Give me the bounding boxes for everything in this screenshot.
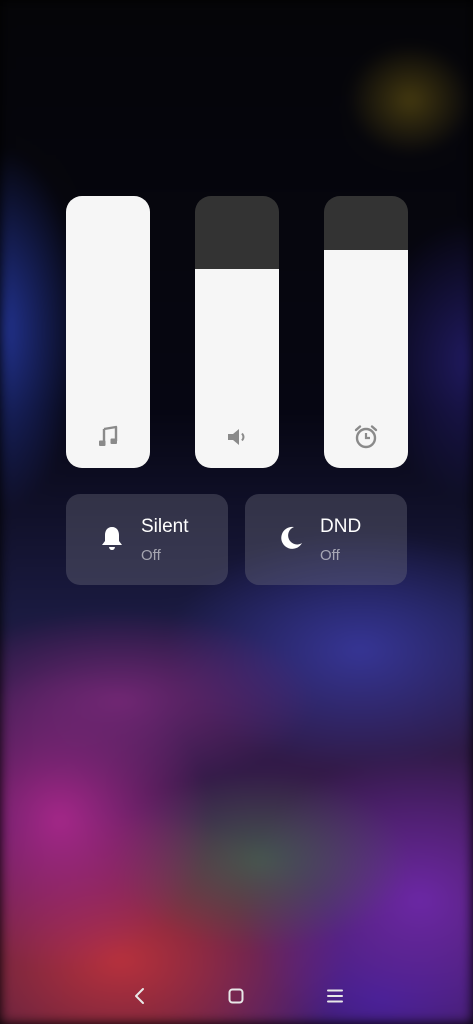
- bell-icon: [98, 524, 126, 552]
- music-note-icon: [95, 424, 121, 450]
- dnd-status: Off: [320, 547, 340, 564]
- alarm-clock-icon: [353, 424, 379, 450]
- menu-icon: [327, 989, 343, 1003]
- back-icon: [135, 988, 144, 1004]
- home-icon: [228, 988, 244, 1004]
- back-button[interactable]: [128, 984, 152, 1008]
- alarm-volume-slider[interactable]: [324, 196, 408, 468]
- dnd-toggle[interactable]: DND Off: [245, 494, 407, 585]
- volume-panel: Silent Off DND Off: [0, 0, 473, 1024]
- silent-toggle[interactable]: Silent Off: [66, 494, 228, 585]
- recents-button[interactable]: [323, 984, 347, 1008]
- dnd-title: DND: [320, 516, 362, 537]
- home-button[interactable]: [224, 984, 248, 1008]
- silent-status: Off: [141, 547, 161, 564]
- music-volume-slider[interactable]: [66, 196, 150, 468]
- navigation-bar: [0, 976, 473, 1016]
- silent-title: Silent: [141, 516, 189, 537]
- media-volume-slider[interactable]: [195, 196, 279, 468]
- speaker-icon: [224, 424, 250, 450]
- moon-icon: [277, 524, 305, 552]
